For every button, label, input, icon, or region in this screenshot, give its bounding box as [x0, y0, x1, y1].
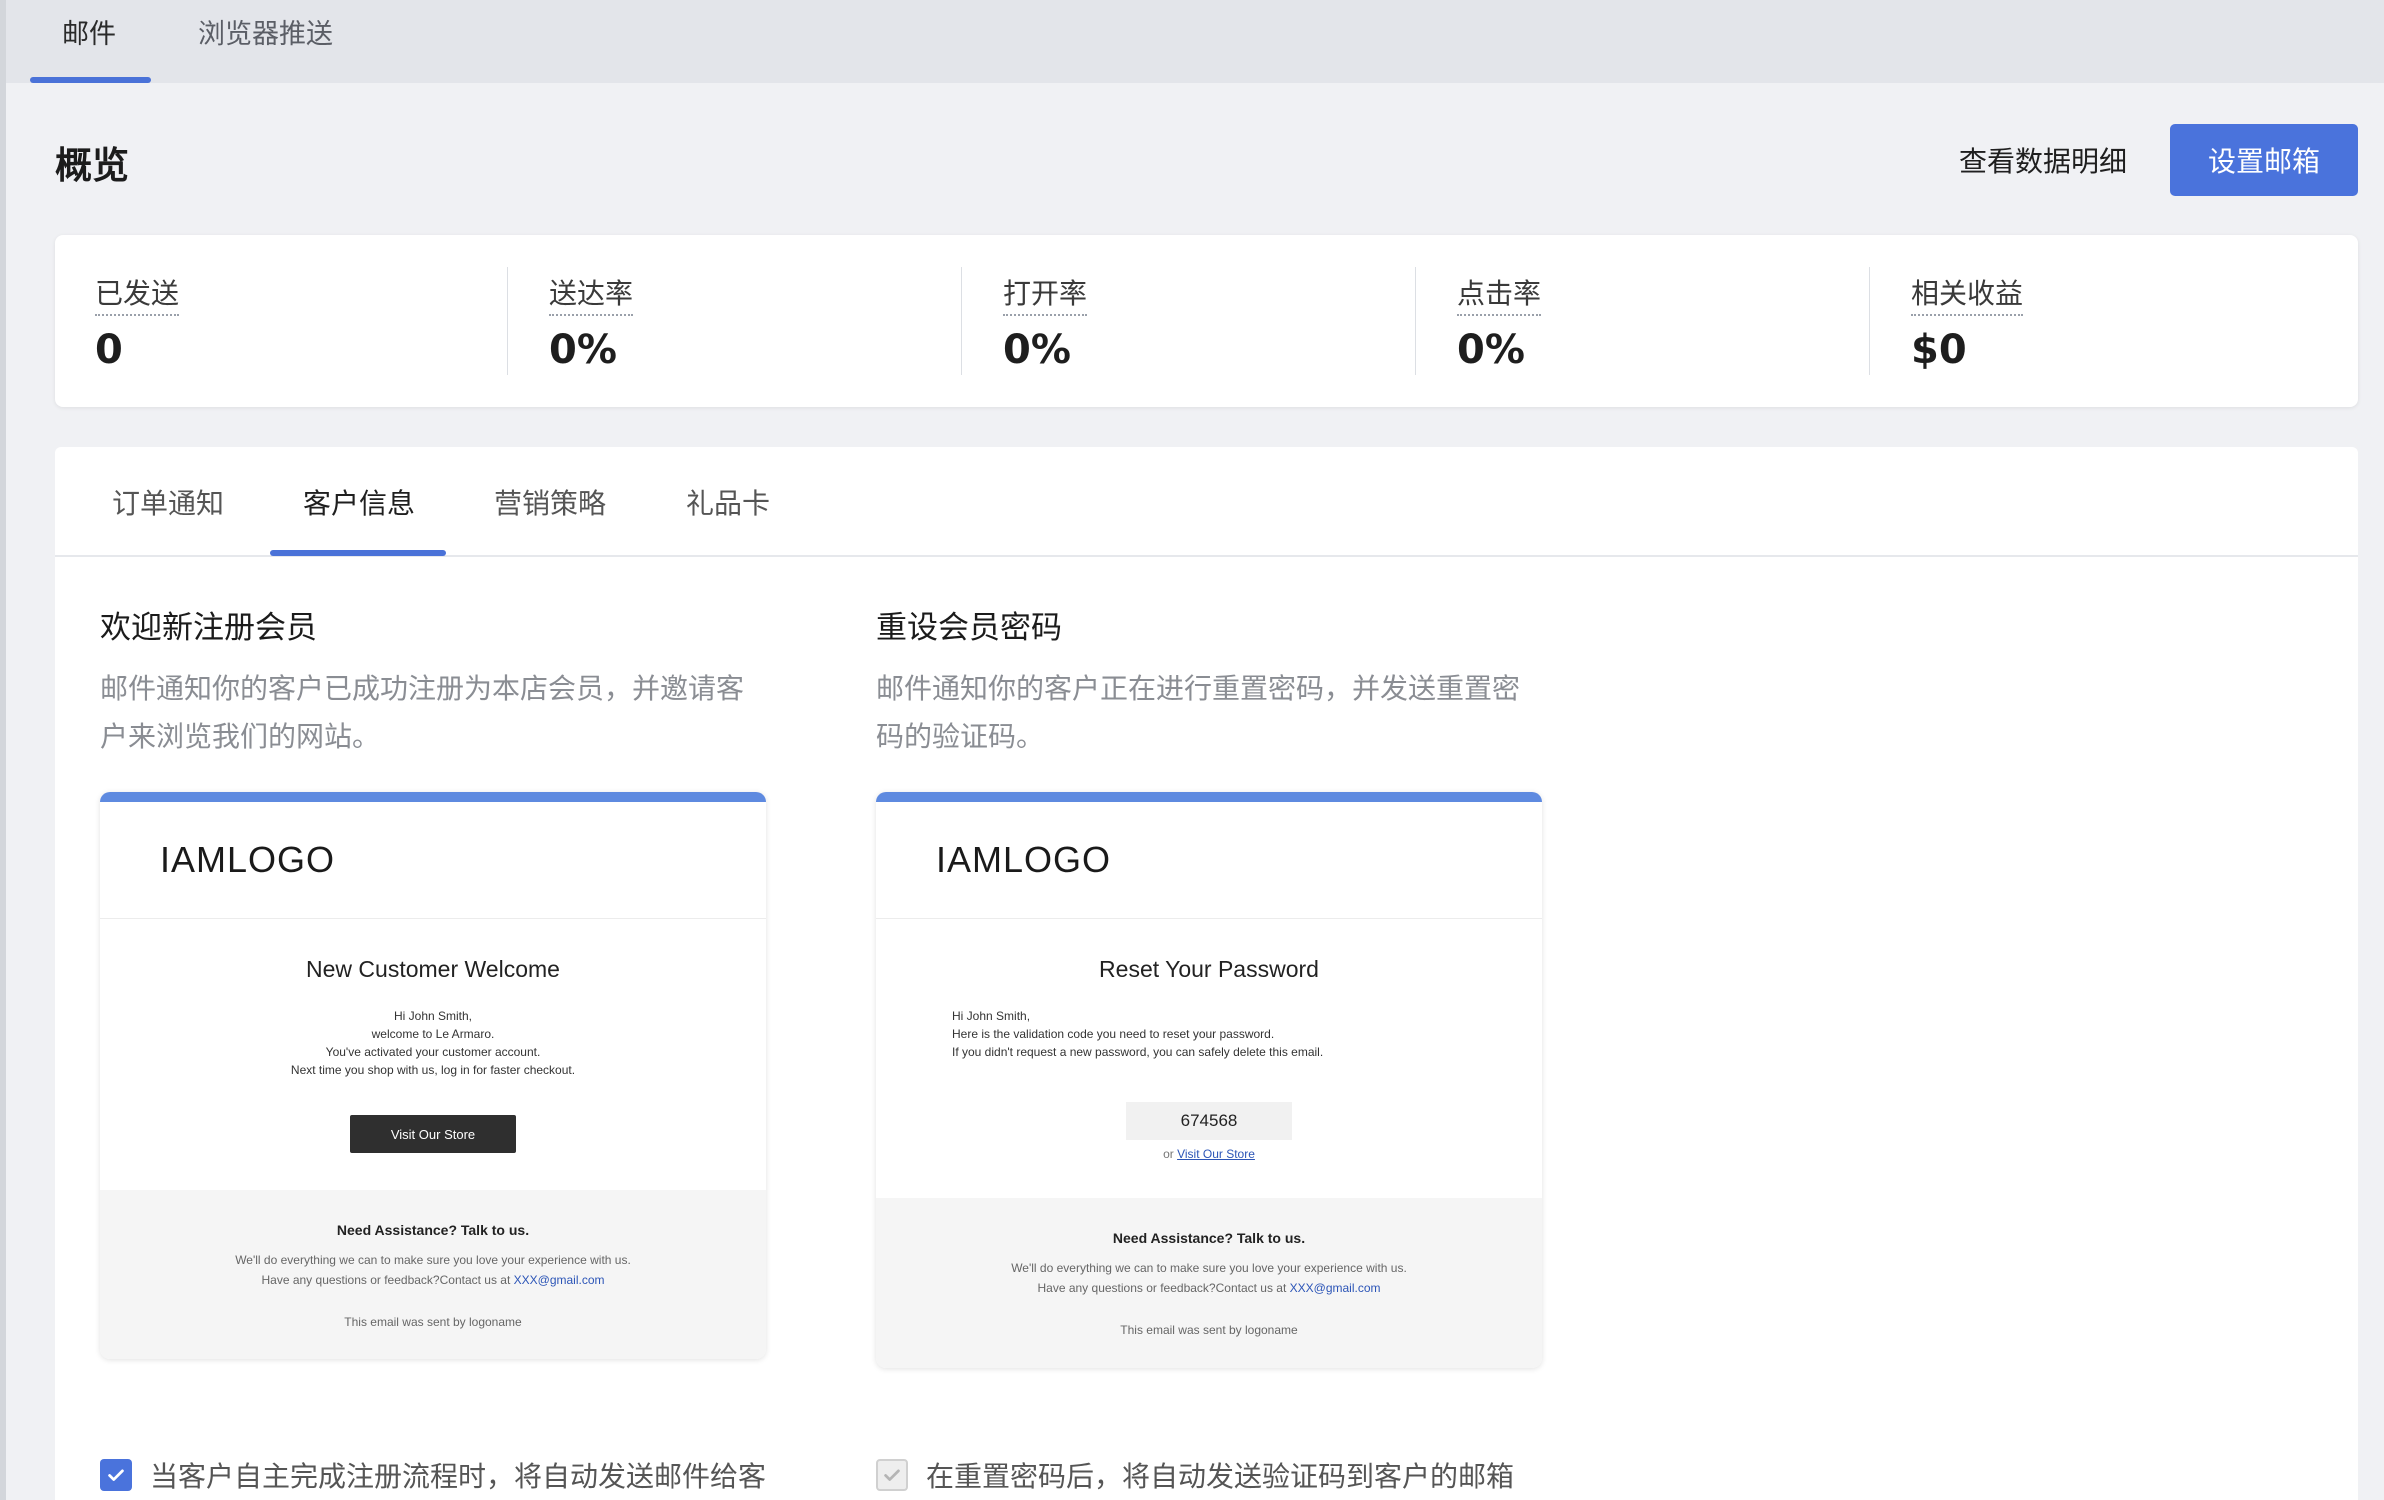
footer-email: XXX@gmail.com — [513, 1273, 605, 1287]
tab-email[interactable]: 邮件 — [62, 0, 116, 83]
reset-password-email-preview[interactable]: IAMLOGO Reset Your Password Hi John Smit… — [876, 792, 1542, 1368]
email-divider — [100, 918, 766, 919]
footer-line: We'll do everything we can to make sure … — [1011, 1261, 1407, 1275]
email-body-line: If you didn't request a new password, yo… — [952, 1045, 1324, 1059]
email-logo: IAMLOGO — [936, 839, 1112, 880]
welcome-auto-send-label: 当客户自主完成注册流程时，将自动发送邮件给客 — [150, 1460, 767, 1493]
visit-store-link: Visit Our Store — [1177, 1147, 1255, 1161]
reset-auto-send-checkbox[interactable] — [876, 1459, 908, 1491]
template-panel: 订单通知 客户信息 营销策略 礼品卡 欢迎新注册会员 邮件通知你的客户已成功注册… — [55, 447, 2358, 1500]
stat-divider — [1869, 267, 1870, 375]
welcome-card-title: 欢迎新注册会员 — [100, 610, 317, 646]
stat-divider — [961, 267, 962, 375]
stat-sent: 已发送 0 — [55, 235, 515, 407]
tab-gift-card[interactable]: 礼品卡 — [686, 482, 770, 522]
email-body-line: Next time you shop with us, log in for f… — [290, 1063, 576, 1077]
email-accent-bar — [876, 792, 1542, 802]
reset-card-title: 重设会员密码 — [876, 610, 1062, 646]
setup-mailbox-button[interactable]: 设置邮箱 — [2170, 124, 2358, 196]
footer-text: We'll do everything we can to make sure … — [876, 1258, 1542, 1298]
email-body-line: Hi John Smith, — [393, 1009, 473, 1023]
stat-value: 0% — [1003, 327, 1071, 373]
footer-sent-by: This email was sent by logoname — [1120, 1323, 1298, 1337]
check-icon — [884, 1469, 900, 1481]
email-footer: Need Assistance? Talk to us. We'll do ev… — [100, 1190, 766, 1359]
email-body: Hi John Smith, Here is the validation co… — [952, 1007, 1472, 1061]
visit-store-button: Visit Our Store — [350, 1115, 516, 1153]
stat-open-rate: 打开率 0% — [963, 235, 1423, 407]
top-tab-bar: 邮件 浏览器推送 — [6, 0, 2384, 83]
email-accent-bar — [100, 792, 766, 802]
tab-order-notifications[interactable]: 订单通知 — [112, 482, 224, 522]
check-icon — [108, 1469, 124, 1481]
email-marketing-page: 邮件 浏览器推送 概览 查看数据明细 设置邮箱 已发送 0 送达率 0% 打开率… — [6, 0, 2384, 1500]
footer-title: Need Assistance? Talk to us. — [1112, 1230, 1306, 1246]
footer-title: Need Assistance? Talk to us. — [336, 1222, 530, 1238]
tab-customer-info[interactable]: 客户信息 — [303, 482, 415, 522]
sub-tab-bar: 订单通知 客户信息 营销策略 礼品卡 — [55, 447, 2358, 557]
stat-related-revenue: 相关收益 $0 — [1871, 235, 2331, 407]
email-divider — [876, 918, 1542, 919]
active-tab-indicator — [30, 77, 151, 83]
stat-value: 0% — [1457, 327, 1525, 373]
welcome-email-preview[interactable]: IAMLOGO New Customer Welcome Hi John Smi… — [100, 792, 766, 1359]
stat-value: $0 — [1911, 327, 1967, 373]
verification-code: 674568 — [1126, 1102, 1292, 1140]
tab-browser-push[interactable]: 浏览器推送 — [198, 0, 333, 83]
stat-label[interactable]: 打开率 — [1003, 272, 1088, 316]
tab-marketing-strategy[interactable]: 营销策略 — [494, 482, 606, 522]
view-data-details-link[interactable]: 查看数据明细 — [1959, 140, 2127, 180]
page-title: 概览 — [55, 144, 129, 187]
stat-label[interactable]: 相关收益 — [1911, 272, 2024, 316]
email-body-line: You've activated your customer account. — [325, 1045, 541, 1059]
reset-auto-send-label: 在重置密码后，将自动发送验证码到客户的邮箱 — [926, 1460, 1515, 1493]
email-body-line: Hi John Smith, — [952, 1009, 1031, 1023]
stats-card: 已发送 0 送达率 0% 打开率 0% 点击率 0% 相关收益 $0 — [55, 235, 2358, 407]
reset-card-description: 邮件通知你的客户正在进行重置密码，并发送重置密码的验证码。 — [876, 672, 1521, 753]
email-heading: New Customer Welcome — [306, 956, 560, 982]
footer-line: Have any questions or feedback?Contact u… — [261, 1273, 605, 1287]
stat-value: 0% — [549, 327, 617, 373]
welcome-auto-send-checkbox[interactable] — [100, 1459, 132, 1491]
email-heading: Reset Your Password — [1099, 956, 1319, 982]
stat-label[interactable]: 送达率 — [549, 272, 634, 316]
welcome-card-description: 邮件通知你的客户已成功注册为本店会员，并邀请客户来浏览我们的网站。 — [100, 672, 745, 753]
welcome-auto-send-option: 当客户自主完成注册流程时，将自动发送邮件给客 — [100, 1455, 766, 1495]
footer-line: We'll do everything we can to make sure … — [235, 1253, 631, 1267]
footer-line: Have any questions or feedback?Contact u… — [1037, 1281, 1381, 1295]
stat-delivery-rate: 送达率 0% — [509, 235, 969, 407]
stat-label[interactable]: 已发送 — [95, 272, 180, 316]
email-body-line: Here is the validation code you need to … — [952, 1027, 1275, 1041]
footer-sent-by: This email was sent by logoname — [344, 1315, 522, 1329]
stat-divider — [507, 267, 508, 375]
reset-auto-send-option: 在重置密码后，将自动发送验证码到客户的邮箱 — [876, 1455, 1514, 1495]
active-sub-tab-indicator — [270, 550, 446, 556]
footer-text: We'll do everything we can to make sure … — [100, 1250, 766, 1290]
or-visit-store-line: or Visit Our Store — [1163, 1147, 1255, 1161]
email-logo: IAMLOGO — [160, 839, 336, 880]
stat-click-rate: 点击率 0% — [1417, 235, 1877, 407]
stat-label[interactable]: 点击率 — [1457, 272, 1542, 316]
stat-divider — [1415, 267, 1416, 375]
email-footer: Need Assistance? Talk to us. We'll do ev… — [876, 1198, 1542, 1368]
email-body-line: welcome to Le Armaro. — [371, 1027, 495, 1041]
footer-email: XXX@gmail.com — [1289, 1281, 1381, 1295]
email-body: Hi John Smith, welcome to Le Armaro. You… — [100, 1007, 766, 1079]
stat-value: 0 — [95, 327, 123, 373]
